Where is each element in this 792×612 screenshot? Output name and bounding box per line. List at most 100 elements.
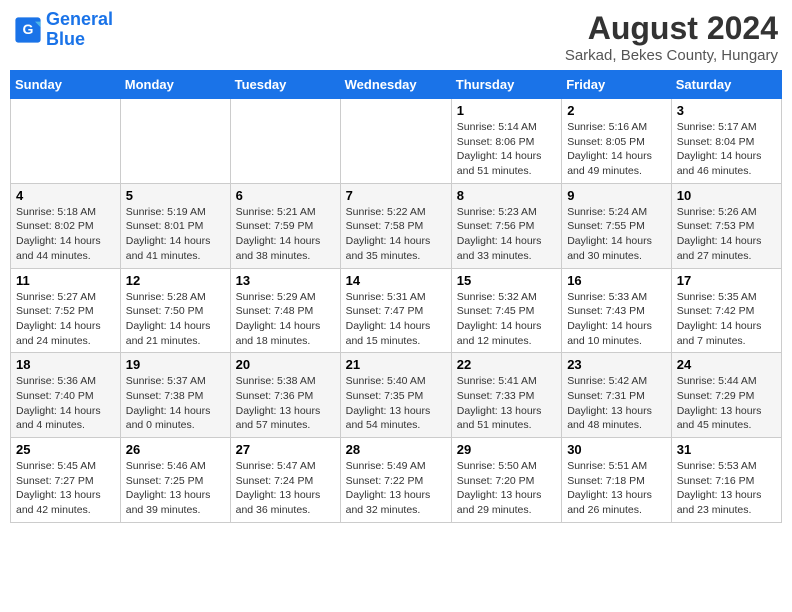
day-info: Sunrise: 5:49 AM Sunset: 7:22 PM Dayligh… [346, 459, 446, 518]
day-header-thursday: Thursday [451, 71, 561, 99]
day-info: Sunrise: 5:27 AM Sunset: 7:52 PM Dayligh… [16, 290, 115, 349]
calendar-cell: 7 Sunrise: 5:22 AM Sunset: 7:58 PM Daylig… [340, 183, 451, 268]
day-header-monday: Monday [120, 71, 230, 99]
day-info: Sunrise: 5:51 AM Sunset: 7:18 PM Dayligh… [567, 459, 666, 518]
day-number: 12 [126, 273, 225, 288]
day-number: 15 [457, 273, 556, 288]
page-header: G General Blue August 2024 Sarkad, Bekes… [10, 10, 782, 64]
calendar-week-4: 18Sunrise: 5:36 AM Sunset: 7:40 PM Dayli… [11, 353, 782, 438]
day-number: 30 [567, 442, 666, 457]
day-info: Sunrise: 5:41 AM Sunset: 7:33 PM Dayligh… [457, 374, 556, 433]
day-header-saturday: Saturday [671, 71, 781, 99]
day-number: 31 [677, 442, 776, 457]
calendar-cell: 12 Sunrise: 5:28 AM Sunset: 7:50 PM Dayli… [120, 268, 230, 353]
day-info: Sunrise: 5:31 AM Sunset: 7:47 PM Dayligh… [346, 290, 446, 349]
day-number: 29 [457, 442, 556, 457]
day-number: 17 [677, 273, 776, 288]
day-number: 1 [457, 103, 556, 118]
calendar-week-3: 11 Sunrise: 5:27 AM Sunset: 7:52 PM Dayli… [11, 268, 782, 353]
calendar-cell: 18Sunrise: 5:36 AM Sunset: 7:40 PM Dayli… [11, 353, 121, 438]
day-number: 28 [346, 442, 446, 457]
day-number: 24 [677, 357, 776, 372]
calendar-cell: 25Sunrise: 5:45 AM Sunset: 7:27 PM Dayli… [11, 438, 121, 523]
day-number: 16 [567, 273, 666, 288]
calendar-cell: 22 Sunrise: 5:41 AM Sunset: 7:33 PM Dayli… [451, 353, 561, 438]
logo-general: General [46, 9, 113, 29]
day-info: Sunrise: 5:42 AM Sunset: 7:31 PM Dayligh… [567, 374, 666, 433]
calendar-cell: 29 Sunrise: 5:50 AM Sunset: 7:20 PM Dayli… [451, 438, 561, 523]
logo-icon: G [14, 16, 42, 44]
day-number: 11 [16, 273, 115, 288]
day-header-friday: Friday [562, 71, 672, 99]
day-number: 8 [457, 188, 556, 203]
day-info: Sunrise: 5:37 AM Sunset: 7:38 PM Dayligh… [126, 374, 225, 433]
calendar-cell: 9Sunrise: 5:24 AM Sunset: 7:55 PM Daylig… [562, 183, 672, 268]
calendar-week-5: 25Sunrise: 5:45 AM Sunset: 7:27 PM Dayli… [11, 438, 782, 523]
day-info: Sunrise: 5:36 AM Sunset: 7:40 PM Dayligh… [16, 374, 115, 433]
calendar-cell: 24 Sunrise: 5:44 AM Sunset: 7:29 PM Dayli… [671, 353, 781, 438]
calendar-cell: 31Sunrise: 5:53 AM Sunset: 7:16 PM Dayli… [671, 438, 781, 523]
day-info: Sunrise: 5:32 AM Sunset: 7:45 PM Dayligh… [457, 290, 556, 349]
day-number: 5 [126, 188, 225, 203]
calendar-cell: 11 Sunrise: 5:27 AM Sunset: 7:52 PM Dayli… [11, 268, 121, 353]
day-info: Sunrise: 5:19 AM Sunset: 8:01 PM Dayligh… [126, 205, 225, 264]
calendar-cell: 3Sunrise: 5:17 AM Sunset: 8:04 PM Daylig… [671, 99, 781, 184]
logo: G General Blue [14, 10, 113, 50]
day-number: 6 [236, 188, 335, 203]
days-of-week-row: SundayMondayTuesdayWednesdayThursdayFrid… [11, 71, 782, 99]
calendar-cell: 30 Sunrise: 5:51 AM Sunset: 7:18 PM Dayli… [562, 438, 672, 523]
main-title: August 2024 [565, 10, 778, 47]
day-number: 20 [236, 357, 335, 372]
day-info: Sunrise: 5:22 AM Sunset: 7:58 PM Dayligh… [346, 205, 446, 264]
day-info: Sunrise: 5:50 AM Sunset: 7:20 PM Dayligh… [457, 459, 556, 518]
day-number: 14 [346, 273, 446, 288]
calendar-cell [11, 99, 121, 184]
calendar-cell: 23Sunrise: 5:42 AM Sunset: 7:31 PM Dayli… [562, 353, 672, 438]
calendar-cell [120, 99, 230, 184]
day-info: Sunrise: 5:47 AM Sunset: 7:24 PM Dayligh… [236, 459, 335, 518]
calendar-cell: 20 Sunrise: 5:38 AM Sunset: 7:36 PM Dayli… [230, 353, 340, 438]
calendar-cell: 28 Sunrise: 5:49 AM Sunset: 7:22 PM Dayli… [340, 438, 451, 523]
day-number: 13 [236, 273, 335, 288]
calendar-week-2: 4Sunrise: 5:18 AM Sunset: 8:02 PM Daylig… [11, 183, 782, 268]
day-info: Sunrise: 5:35 AM Sunset: 7:42 PM Dayligh… [677, 290, 776, 349]
calendar-cell [340, 99, 451, 184]
day-info: Sunrise: 5:40 AM Sunset: 7:35 PM Dayligh… [346, 374, 446, 433]
logo-blue: Blue [46, 29, 85, 49]
calendar-cell: 5 Sunrise: 5:19 AM Sunset: 8:01 PM Daylig… [120, 183, 230, 268]
day-number: 3 [677, 103, 776, 118]
day-info: Sunrise: 5:29 AM Sunset: 7:48 PM Dayligh… [236, 290, 335, 349]
day-header-wednesday: Wednesday [340, 71, 451, 99]
calendar-cell: 16 Sunrise: 5:33 AM Sunset: 7:43 PM Dayli… [562, 268, 672, 353]
day-number: 26 [126, 442, 225, 457]
calendar-cell: 26 Sunrise: 5:46 AM Sunset: 7:25 PM Dayli… [120, 438, 230, 523]
day-number: 7 [346, 188, 446, 203]
logo-text: General Blue [46, 10, 113, 50]
day-number: 10 [677, 188, 776, 203]
calendar-cell: 27 Sunrise: 5:47 AM Sunset: 7:24 PM Dayli… [230, 438, 340, 523]
day-info: Sunrise: 5:28 AM Sunset: 7:50 PM Dayligh… [126, 290, 225, 349]
day-info: Sunrise: 5:46 AM Sunset: 7:25 PM Dayligh… [126, 459, 225, 518]
day-info: Sunrise: 5:26 AM Sunset: 7:53 PM Dayligh… [677, 205, 776, 264]
day-number: 21 [346, 357, 446, 372]
title-section: August 2024 Sarkad, Bekes County, Hungar… [565, 10, 778, 64]
calendar-cell [230, 99, 340, 184]
day-info: Sunrise: 5:24 AM Sunset: 7:55 PM Dayligh… [567, 205, 666, 264]
day-number: 27 [236, 442, 335, 457]
day-info: Sunrise: 5:33 AM Sunset: 7:43 PM Dayligh… [567, 290, 666, 349]
calendar-cell: 4Sunrise: 5:18 AM Sunset: 8:02 PM Daylig… [11, 183, 121, 268]
day-header-tuesday: Tuesday [230, 71, 340, 99]
day-header-sunday: Sunday [11, 71, 121, 99]
day-number: 4 [16, 188, 115, 203]
calendar-cell: 2Sunrise: 5:16 AM Sunset: 8:05 PM Daylig… [562, 99, 672, 184]
calendar-cell: 19Sunrise: 5:37 AM Sunset: 7:38 PM Dayli… [120, 353, 230, 438]
svg-text:G: G [23, 21, 34, 37]
day-info: Sunrise: 5:38 AM Sunset: 7:36 PM Dayligh… [236, 374, 335, 433]
calendar-week-1: 1Sunrise: 5:14 AM Sunset: 8:06 PM Daylig… [11, 99, 782, 184]
day-number: 22 [457, 357, 556, 372]
calendar-cell: 10 Sunrise: 5:26 AM Sunset: 7:53 PM Dayli… [671, 183, 781, 268]
calendar-cell: 1Sunrise: 5:14 AM Sunset: 8:06 PM Daylig… [451, 99, 561, 184]
day-info: Sunrise: 5:44 AM Sunset: 7:29 PM Dayligh… [677, 374, 776, 433]
calendar-table: SundayMondayTuesdayWednesdayThursdayFrid… [10, 70, 782, 523]
day-info: Sunrise: 5:21 AM Sunset: 7:59 PM Dayligh… [236, 205, 335, 264]
